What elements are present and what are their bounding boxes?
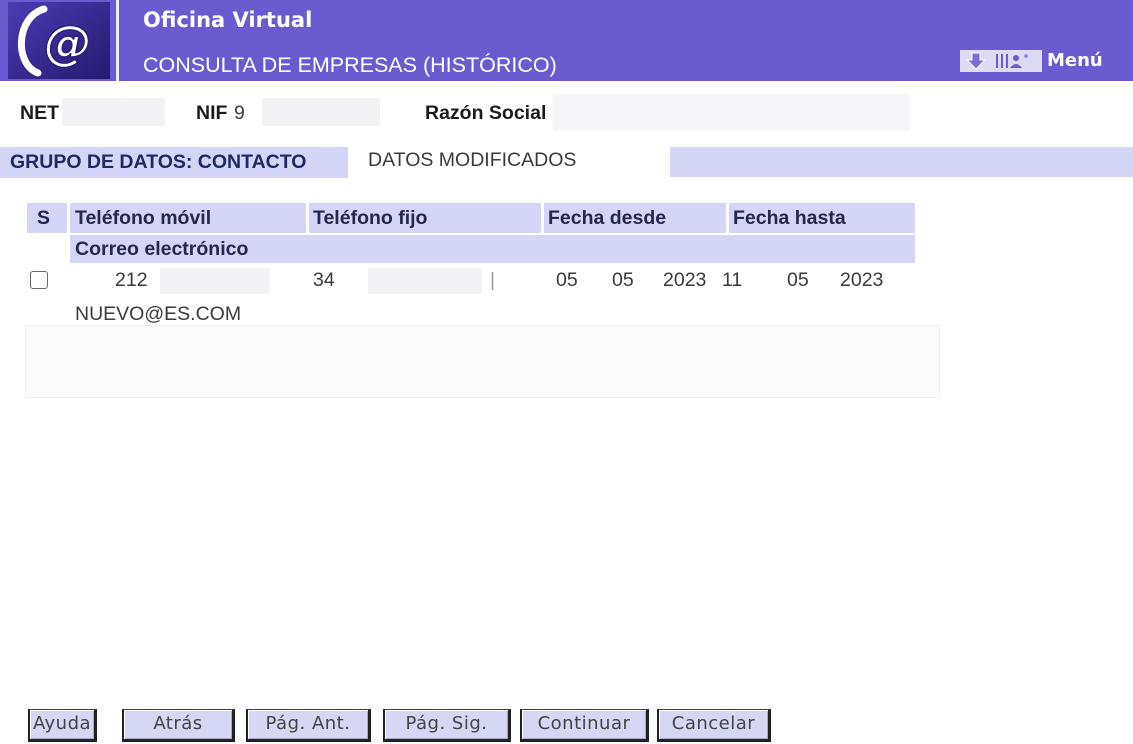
date-from-day: 05 xyxy=(556,269,578,291)
date-to-year: 2023 xyxy=(840,269,884,291)
next-page-button[interactable]: Pág. Sig. xyxy=(383,709,511,742)
mobile-phone-value: 212 xyxy=(115,269,148,291)
redacted-landline-digits xyxy=(368,268,482,294)
continue-button[interactable]: Continuar xyxy=(520,709,649,742)
redacted-net-value xyxy=(62,98,165,126)
logo-graphic: @ xyxy=(8,2,110,79)
redacted-mobile-digits xyxy=(160,268,270,294)
row-select-checkbox[interactable] xyxy=(30,271,48,289)
menu-button[interactable]: Menú xyxy=(1047,48,1103,74)
date-to-day: 11 xyxy=(722,269,743,291)
nif-value: 9 xyxy=(234,102,245,124)
landline-phone-tail: | xyxy=(490,269,496,291)
column-header-date-to: Fecha hasta xyxy=(729,203,915,233)
cancel-button[interactable]: Cancelar xyxy=(657,709,771,742)
column-header-date-from: Fecha desde xyxy=(544,203,726,233)
redacted-razon-social-value xyxy=(553,94,910,130)
back-button[interactable]: Atrás xyxy=(122,709,235,742)
nif-label: NIF xyxy=(196,102,228,124)
app-title: Oficina Virtual xyxy=(143,8,313,32)
page-title: CONSULTA DE EMPRESAS (HISTÓRICO) xyxy=(143,53,557,77)
razon-social-label: Razón Social xyxy=(425,102,547,124)
user-columns-icon xyxy=(996,54,1028,68)
data-group-status: DATOS MODIFICADOS xyxy=(368,149,577,171)
column-header-email: Correo electrónico xyxy=(70,235,915,263)
column-header-select: S xyxy=(27,203,67,233)
redacted-nif-value xyxy=(262,98,380,126)
menu-icons[interactable] xyxy=(960,50,1042,72)
down-arrow-icon xyxy=(965,52,987,70)
landline-phone-value: 34 xyxy=(313,269,335,291)
oficina-virtual-logo[interactable]: @ xyxy=(8,2,110,79)
header-divider xyxy=(116,0,119,81)
empty-rows-area xyxy=(25,325,940,398)
previous-page-button[interactable]: Pág. Ant. xyxy=(246,709,371,742)
logo-glyph: @ xyxy=(44,15,92,71)
net-label: NET xyxy=(20,102,59,124)
group-status-band xyxy=(670,147,1133,177)
date-to-month: 05 xyxy=(787,269,809,291)
date-from-year: 2023 xyxy=(663,269,707,291)
data-group-label: GRUPO DE DATOS: CONTACTO xyxy=(10,151,307,173)
column-header-mobile: Teléfono móvil xyxy=(70,203,306,233)
column-header-landline: Teléfono fijo xyxy=(309,203,541,233)
date-from-month: 05 xyxy=(612,269,634,291)
help-button[interactable]: Ayuda xyxy=(28,709,97,742)
email-value: NUEVO@ES.COM xyxy=(75,303,242,325)
